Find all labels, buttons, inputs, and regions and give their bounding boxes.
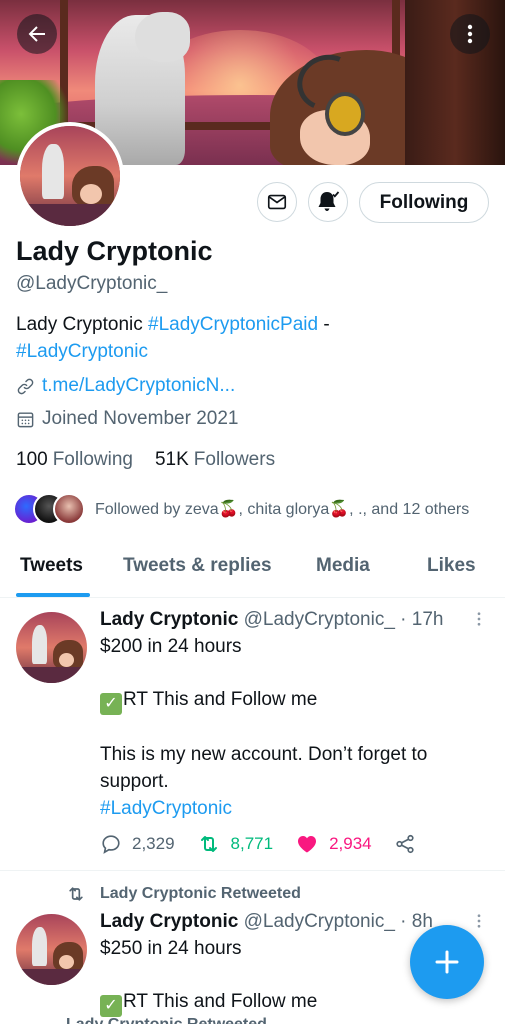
profile-avatar[interactable] [16, 122, 124, 230]
tweet-text: $200 in 24 hours ✓ RT This and Follow me … [100, 633, 480, 822]
like-count: 2,934 [329, 834, 372, 853]
profile-joined-row: Joined November 2021 [16, 408, 238, 430]
bell-check-icon [318, 191, 340, 211]
heart-icon [298, 836, 317, 853]
retweet-count: 8,771 [230, 834, 274, 853]
retweet-button[interactable]: 8,771 [197, 832, 274, 856]
following-button[interactable]: Following [359, 182, 489, 223]
reply-icon [102, 835, 120, 854]
tweet-header: Lady Cryptonic @LadyCryptonic_ · 17h [100, 609, 443, 631]
tweet-more-icon[interactable] [470, 912, 488, 930]
tweet-line-rt: ✓ RT This and Follow me [100, 686, 480, 715]
mail-icon [267, 194, 287, 210]
reply-count: 2,329 [132, 834, 175, 853]
tweet-actions: 2,329 8,771 2,934 [100, 832, 448, 856]
profile-joined: Joined November 2021 [42, 408, 239, 429]
check-mark-icon: ✓ [100, 995, 122, 1017]
arrow-left-icon [28, 26, 45, 42]
back-button[interactable] [17, 14, 57, 54]
bio-hashtag[interactable]: #LadyCryptonic [16, 341, 148, 362]
followers-label: Followers [193, 449, 276, 470]
reply-button[interactable]: 2,329 [100, 833, 175, 855]
message-button[interactable] [257, 182, 297, 222]
tab-media[interactable]: Media [316, 555, 370, 577]
retweet-icon [69, 887, 83, 901]
tab-likes[interactable]: Likes [427, 555, 476, 577]
tweet-handle-time: @LadyCryptonic_ · 8h [243, 911, 433, 932]
followers-count: 51K [154, 449, 189, 470]
tweet-avatar[interactable] [16, 914, 87, 985]
profile-counts: 100 Following 51K Followers [16, 449, 297, 471]
more-options-button[interactable] [450, 14, 490, 54]
following-label: Following [52, 449, 133, 470]
check-mark-icon: ✓ [100, 693, 122, 715]
next-retweeted-label: Lady Cryptonic Retweeted [66, 1016, 267, 1024]
bio-separator: - [318, 314, 330, 335]
link-icon [17, 378, 34, 394]
compose-tweet-button[interactable] [410, 925, 484, 999]
tweet-line: This is my new account. Don’t forget to … [100, 744, 428, 792]
tweet-line-rt: ✓ RT This and Follow me [100, 988, 480, 1017]
profile-name: Lady Cryptonic [16, 236, 213, 266]
plus-icon [435, 950, 459, 974]
banner-wolf-head [135, 12, 190, 62]
active-tab-indicator [16, 593, 90, 597]
tab-tweets-replies[interactable]: Tweets & replies [123, 555, 272, 577]
profile-handle: @LadyCryptonic_ [16, 273, 168, 294]
tweet-author-name[interactable]: Lady Cryptonic [100, 609, 238, 630]
retweeted-by: Lady Cryptonic Retweeted [66, 884, 301, 904]
followers-count-link[interactable]: 51K Followers [155, 449, 275, 471]
share-icon [396, 834, 414, 854]
avatar-image [20, 126, 120, 226]
tweet-hashtag[interactable]: #LadyCryptonic [100, 795, 480, 822]
tweet-avatar[interactable] [16, 612, 87, 683]
tweet-line: $200 in 24 hours [100, 636, 242, 657]
following-count: 100 [16, 449, 48, 470]
tweet-line: RT This and Follow me [123, 689, 318, 710]
bio-text: Lady Cryptonic [16, 314, 149, 335]
tweet-line: RT This and Follow me [123, 991, 318, 1012]
retweeted-by-label: Lady Cryptonic Retweeted [100, 885, 301, 902]
followed-by-text: Followed by zeva🍒, chita glorya🍒, ., and… [95, 501, 470, 518]
more-vertical-icon [467, 24, 473, 44]
tweet-handle-time: @LadyCryptonic_ · 17h [243, 609, 444, 630]
follower-avatar [53, 493, 85, 525]
calendar-icon [17, 411, 34, 427]
following-count-link[interactable]: 100 Following [16, 449, 133, 471]
tweet-author-name[interactable]: Lady Cryptonic [100, 911, 238, 932]
banner-headphone [325, 92, 365, 136]
followed-by-row[interactable]: Followed by zeva🍒, chita glorya🍒, ., and… [13, 493, 469, 525]
tweet[interactable]: Lady Cryptonic @LadyCryptonic_ · 17h $20… [0, 598, 505, 871]
share-button[interactable] [394, 833, 426, 855]
profile-url-row: t.me/LadyCryptonicN... [16, 375, 235, 397]
bio-hashtag-paid[interactable]: #LadyCryptonicPaid [148, 314, 318, 335]
profile-url[interactable]: t.me/LadyCryptonicN... [42, 375, 235, 397]
like-button[interactable]: 2,934 [295, 832, 372, 856]
retweet-icon [200, 836, 217, 852]
profile-bio: Lady Cryptonic #LadyCryptonicPaid - #Lad… [16, 311, 476, 365]
tweet-more-icon[interactable] [470, 610, 488, 628]
notifications-button[interactable] [308, 182, 348, 222]
tweet-header: Lady Cryptonic @LadyCryptonic_ · 8h [100, 911, 433, 933]
tab-tweets[interactable]: Tweets [20, 555, 83, 577]
profile-tabs: Tweets Tweets & replies Media Likes [0, 538, 505, 598]
